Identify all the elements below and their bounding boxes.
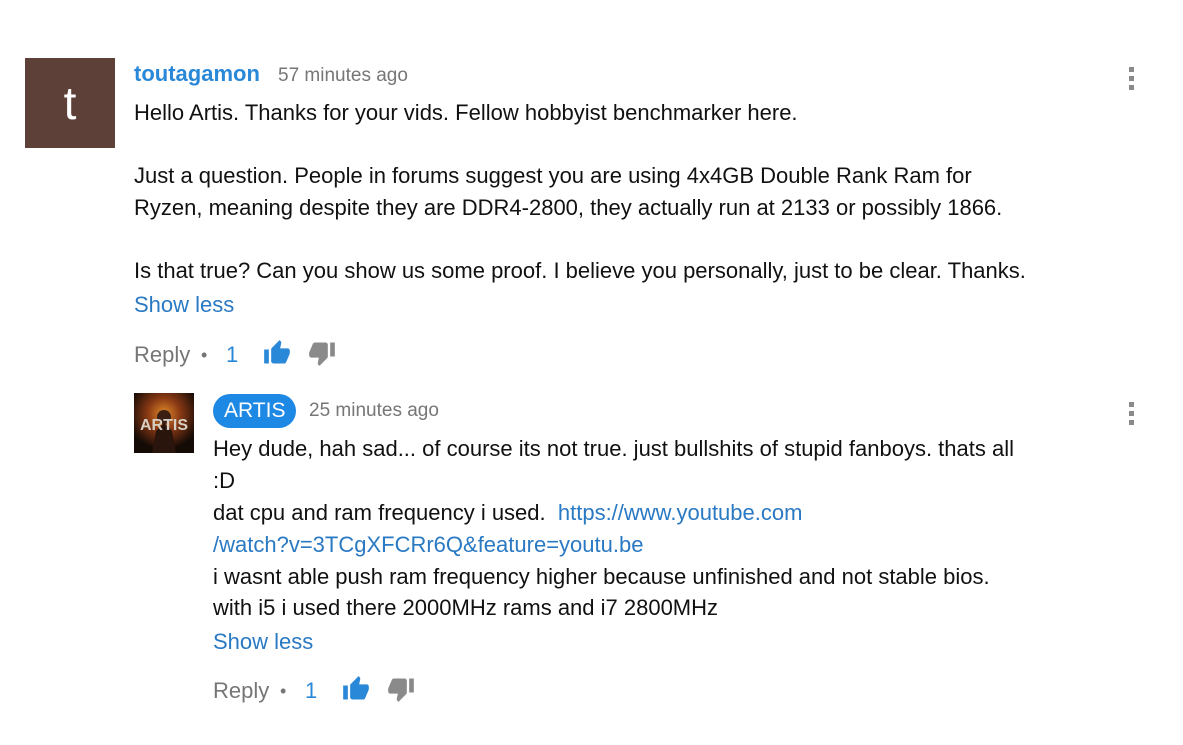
comment-menu-button[interactable] xyxy=(1126,67,1136,93)
reply-button[interactable]: Reply xyxy=(134,342,190,368)
show-less-button[interactable]: Show less xyxy=(213,629,313,655)
dislike-button[interactable] xyxy=(307,339,337,367)
more-vert-icon xyxy=(1128,67,1134,72)
channel-owner-author-badge[interactable]: ARTIS xyxy=(213,394,297,428)
reply-text-line: :D xyxy=(213,468,235,493)
avatar-image: ARTIS xyxy=(134,393,194,453)
like-count: 1 xyxy=(305,678,318,703)
comment-timestamp[interactable]: 57 minutes ago xyxy=(278,65,408,87)
comment-text-line: Just a question. People in forums sugges… xyxy=(134,163,972,188)
reply-text-line: i wasnt able push ram frequency higher b… xyxy=(213,564,990,589)
reply-button[interactable]: Reply xyxy=(213,678,269,704)
thumbs-down-icon xyxy=(309,342,335,366)
separator-dot: • xyxy=(280,681,287,701)
reply-menu-button[interactable] xyxy=(1126,402,1136,428)
more-vert-icon-dot xyxy=(1128,76,1134,81)
more-vert-icon-dot xyxy=(1128,85,1134,90)
like-count: 1 xyxy=(226,342,239,367)
thumbs-up-icon xyxy=(264,340,290,364)
more-vert-icon xyxy=(1128,402,1134,407)
more-vert-icon-dot xyxy=(1128,411,1134,416)
avatar[interactable]: t xyxy=(25,58,115,148)
comment-author[interactable]: toutagamon xyxy=(134,61,260,87)
thumbs-up-icon xyxy=(343,676,369,700)
like-button[interactable] xyxy=(341,675,371,703)
avatar[interactable]: ARTIS xyxy=(134,393,194,453)
separator-dot: • xyxy=(201,345,208,365)
comment-text-line: Hello Artis. Thanks for your vids. Fello… xyxy=(134,100,798,125)
reply-text-line: Hey dude, hah sad... of course its not t… xyxy=(213,436,1015,461)
show-less-button[interactable]: Show less xyxy=(134,292,234,318)
reply-text-line: with i5 i used there 2000MHz rams and i7… xyxy=(213,595,719,620)
video-link[interactable]: https://www.youtube.com xyxy=(558,500,803,525)
thumbs-down-icon xyxy=(388,678,414,702)
like-button[interactable] xyxy=(262,339,292,367)
reply-text: dat cpu and ram frequency i used. xyxy=(213,500,558,525)
video-link-continued[interactable]: /watch?v=3TCgXFCRr6Q&feature=youtu.be xyxy=(213,529,643,561)
comment-text-line: Is that true? Can you show us some proof… xyxy=(134,258,1026,283)
reply-timestamp[interactable]: 25 minutes ago xyxy=(309,400,439,422)
more-vert-icon-dot xyxy=(1128,420,1134,425)
comment-text-line: Ryzen, meaning despite they are DDR4-280… xyxy=(134,195,1003,220)
dislike-button[interactable] xyxy=(386,675,416,703)
svg-text:ARTIS: ARTIS xyxy=(140,417,188,434)
reply-text-line: dat cpu and ram frequency i used. https:… xyxy=(213,497,802,529)
